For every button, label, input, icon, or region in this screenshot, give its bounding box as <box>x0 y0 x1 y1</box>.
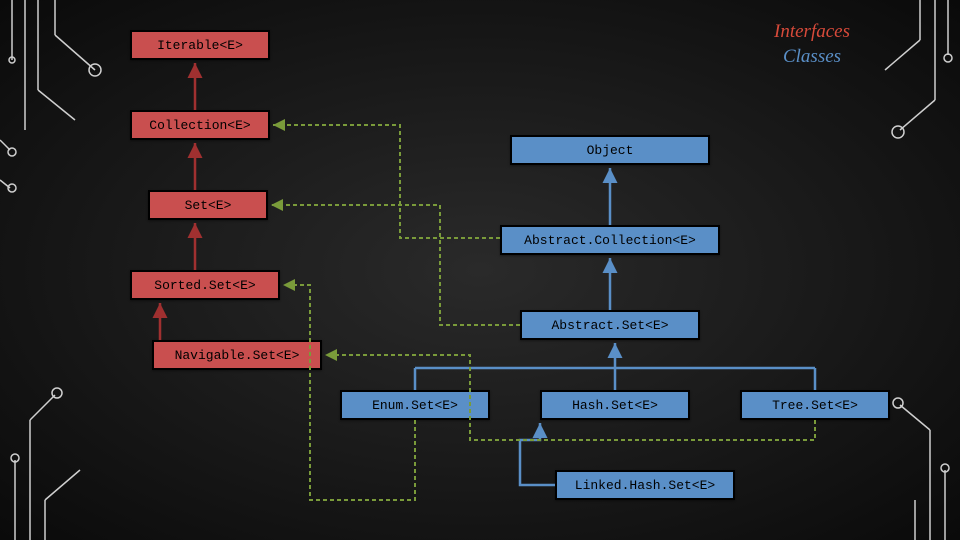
circuit-decoration-top-left <box>0 0 120 200</box>
node-enumset: Enum.Set<E> <box>340 390 490 420</box>
node-abstractcollection: Abstract.Collection<E> <box>500 225 720 255</box>
node-label: Abstract.Set<E> <box>551 318 668 333</box>
legend-classes: Classes <box>774 45 850 70</box>
node-object: Object <box>510 135 710 165</box>
circuit-decoration-bottom-left <box>0 340 120 540</box>
circuit-decoration-top-right <box>840 0 960 200</box>
node-linkedhashset: Linked.Hash.Set<E> <box>555 470 735 500</box>
node-treeset: Tree.Set<E> <box>740 390 890 420</box>
node-label: Collection<E> <box>149 118 250 133</box>
node-label: Set<E> <box>185 198 232 213</box>
node-label: Tree.Set<E> <box>772 398 858 413</box>
node-label: Enum.Set<E> <box>372 398 458 413</box>
node-label: Sorted.Set<E> <box>154 278 255 293</box>
legend-interfaces: Interfaces <box>774 20 850 45</box>
circuit-decoration-bottom-right <box>840 340 960 540</box>
node-iterable: Iterable<E> <box>130 30 270 60</box>
node-navigableset: Navigable.Set<E> <box>152 340 322 370</box>
node-label: Navigable.Set<E> <box>175 348 300 363</box>
node-label: Hash.Set<E> <box>572 398 658 413</box>
node-label: Iterable<E> <box>157 38 243 53</box>
node-collection: Collection<E> <box>130 110 270 140</box>
node-abstractset: Abstract.Set<E> <box>520 310 700 340</box>
node-label: Linked.Hash.Set<E> <box>575 478 715 493</box>
legend: Interfaces Classes <box>774 20 850 69</box>
node-set: Set<E> <box>148 190 268 220</box>
node-label: Object <box>587 143 634 158</box>
node-label: Abstract.Collection<E> <box>524 233 696 248</box>
node-hashset: Hash.Set<E> <box>540 390 690 420</box>
node-sortedset: Sorted.Set<E> <box>130 270 280 300</box>
